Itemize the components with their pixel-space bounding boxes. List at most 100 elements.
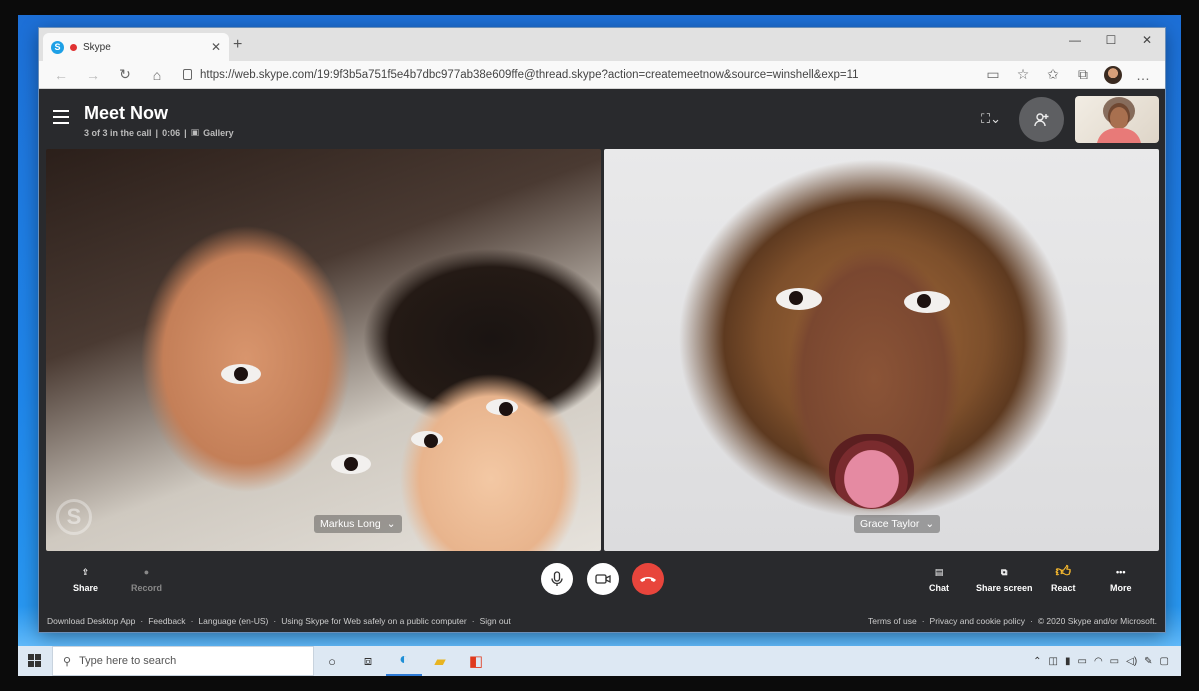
footer-link-privacy[interactable]: Privacy and cookie policy bbox=[930, 616, 1025, 626]
menu-icon[interactable] bbox=[53, 110, 69, 124]
meeting-title: Meet Now bbox=[84, 103, 169, 123]
chevron-down-icon: ⌄ bbox=[925, 518, 935, 530]
favorite-star-icon[interactable]: ☆ bbox=[1009, 64, 1037, 86]
browser-window: S Skype ✕ + — ☐ ✕ ← → ↻ ⌂ https://web.sk… bbox=[39, 28, 1165, 632]
mouth bbox=[829, 434, 914, 509]
file-explorer-icon[interactable]: ▰ bbox=[422, 646, 458, 676]
browser-toolbar: ▭ ☆ ✩ ⧉ … bbox=[979, 64, 1157, 86]
record-label: Record bbox=[131, 583, 163, 593]
more-dots-icon: ••• bbox=[1116, 567, 1126, 577]
wifi-icon[interactable]: ◠ bbox=[1094, 656, 1103, 667]
self-view-preview[interactable] bbox=[1075, 96, 1159, 143]
search-icon: ⚲ bbox=[63, 655, 72, 668]
footer-link-safety[interactable]: Using Skype for Web safely on a public c… bbox=[281, 616, 467, 626]
bullet-separator: · bbox=[471, 615, 475, 626]
bullet-separator: · bbox=[273, 615, 277, 626]
participant-name-tag[interactable]: Grace Taylor ⌄ bbox=[854, 515, 941, 533]
react-label: React bbox=[1051, 583, 1076, 593]
system-tray: ⌃ ◫ ▮ ▭ ◠ ▭ ◁) ✎ ▢ bbox=[1033, 656, 1181, 667]
footer-link-terms[interactable]: Terms of use bbox=[868, 616, 917, 626]
refresh-icon[interactable]: ↻ bbox=[111, 64, 139, 86]
windows-start-icon[interactable] bbox=[18, 646, 52, 676]
bullet-separator: · bbox=[1029, 615, 1033, 626]
participant-video-tile[interactable]: Grace Taylor ⌄ bbox=[604, 149, 1159, 551]
bullet-separator: · bbox=[921, 615, 925, 626]
footer-link-feedback[interactable]: Feedback bbox=[148, 616, 185, 626]
edge-browser-icon[interactable]: ◐ bbox=[386, 646, 422, 676]
volume-icon[interactable]: ◁) bbox=[1126, 656, 1137, 667]
more-button[interactable]: ••• More bbox=[1110, 565, 1132, 593]
share-button[interactable]: ⇪ Share bbox=[73, 565, 98, 594]
chevron-up-icon[interactable]: ⌃ bbox=[1033, 656, 1041, 667]
task-view-icon[interactable]: ⧈ bbox=[350, 646, 386, 676]
back-icon[interactable]: ← bbox=[47, 64, 75, 86]
microphone-button[interactable] bbox=[541, 563, 573, 595]
taskbar-search-box[interactable]: ⚲ Type here to search bbox=[52, 646, 314, 676]
profile-avatar[interactable] bbox=[1099, 64, 1127, 86]
new-tab-button[interactable]: + bbox=[233, 36, 242, 54]
call-controls: ⇪ Share ● Record ▤ Chat ⧉ Share screen 👍… bbox=[39, 551, 1165, 609]
separator: | bbox=[155, 127, 159, 138]
react-button[interactable]: 👍︎ React bbox=[1051, 563, 1076, 593]
participant-name: Markus Long bbox=[320, 518, 381, 530]
chat-button[interactable]: ▤ Chat bbox=[929, 565, 949, 594]
skype-watermark-icon: S bbox=[56, 499, 92, 535]
browser-tab[interactable]: S Skype ✕ bbox=[43, 33, 229, 61]
close-tab-icon[interactable]: ✕ bbox=[211, 40, 221, 54]
share-screen-label: Share screen bbox=[976, 583, 1033, 593]
microphone-icon bbox=[551, 571, 563, 586]
forward-icon[interactable]: → bbox=[79, 64, 107, 86]
home-icon[interactable]: ⌂ bbox=[143, 64, 171, 86]
address-bar: ← → ↻ ⌂ https://web.skype.com/19:9f3b5a7… bbox=[39, 61, 1165, 89]
window-controls: — ☐ ✕ bbox=[1057, 28, 1165, 52]
add-participant-button[interactable] bbox=[1019, 97, 1064, 142]
footer-link-download[interactable]: Download Desktop App bbox=[47, 616, 135, 626]
tab-strip: S Skype ✕ + — ☐ ✕ bbox=[39, 28, 1165, 61]
footer-left-links: Download Desktop App · Feedback · Language… bbox=[47, 616, 511, 626]
settings-more-icon[interactable]: … bbox=[1129, 64, 1157, 86]
pen-icon[interactable]: ✎ bbox=[1144, 656, 1152, 667]
eye bbox=[776, 288, 822, 310]
network-icon[interactable]: ◫ bbox=[1049, 656, 1058, 667]
windows-taskbar: ⚲ Type here to search ○ ⧈ ◐ ▰ ◧ ⌃ ◫ ▮ ▭ … bbox=[18, 646, 1181, 676]
share-icon: ⇪ bbox=[81, 566, 90, 577]
display-icon[interactable]: ▭ bbox=[1110, 656, 1119, 667]
notifications-icon[interactable]: ▢ bbox=[1160, 656, 1169, 667]
share-screen-button[interactable]: ⧉ Share screen bbox=[976, 565, 1033, 594]
office-icon[interactable]: ◧ bbox=[458, 646, 494, 676]
video-camera-icon bbox=[595, 574, 611, 584]
close-window-icon[interactable]: ✕ bbox=[1129, 28, 1165, 52]
battery-icon[interactable]: ▭ bbox=[1077, 656, 1086, 667]
participant-name: Grace Taylor bbox=[860, 518, 920, 530]
video-gallery: S Markus Long ⌄ Grace Taylor ⌄ bbox=[46, 149, 1159, 551]
call-duration: 0:06 bbox=[162, 127, 181, 138]
lock-icon bbox=[183, 69, 192, 80]
collections-icon[interactable]: ⧉ bbox=[1069, 64, 1097, 86]
recording-dot-icon bbox=[70, 43, 77, 51]
camera-button[interactable] bbox=[587, 563, 619, 595]
url-text: https://web.skype.com/19:9f3b5a751f5e4b7… bbox=[200, 68, 859, 81]
favorites-icon[interactable]: ✩ bbox=[1039, 64, 1067, 86]
footer-right-links: Terms of use · Privacy and cookie policy ·… bbox=[868, 616, 1157, 626]
cast-icon[interactable]: ▭ bbox=[979, 64, 1007, 86]
footer-link-signout[interactable]: Sign out bbox=[480, 616, 511, 626]
end-call-button[interactable] bbox=[632, 563, 664, 595]
skype-logo-icon: S bbox=[51, 40, 64, 54]
participant-name-tag[interactable]: Markus Long ⌄ bbox=[314, 515, 402, 533]
chevron-down-icon: ⌄ bbox=[386, 518, 396, 530]
record-button[interactable]: ● Record bbox=[131, 565, 162, 593]
footer-copyright: © 2020 Skype and/or Microsoft. bbox=[1037, 615, 1157, 626]
maximize-icon[interactable]: ☐ bbox=[1093, 28, 1129, 52]
more-label: More bbox=[1110, 583, 1132, 593]
minimize-icon[interactable]: — bbox=[1057, 28, 1093, 52]
eye bbox=[331, 454, 371, 474]
share-screen-icon: ⧉ bbox=[1001, 566, 1008, 577]
participant-video-tile[interactable]: S Markus Long ⌄ bbox=[46, 149, 601, 551]
footer-link-language[interactable]: Language (en-US) bbox=[198, 616, 268, 626]
view-mode[interactable]: Gallery bbox=[203, 128, 234, 138]
eye bbox=[411, 431, 443, 448]
url-field[interactable]: https://web.skype.com/19:9f3b5a751f5e4b7… bbox=[175, 64, 975, 86]
cortana-icon[interactable]: ○ bbox=[314, 646, 350, 676]
microphone-tray-icon[interactable]: ▮ bbox=[1065, 656, 1071, 667]
layout-switch-icon[interactable]: ⛶⌄ bbox=[981, 111, 1001, 127]
